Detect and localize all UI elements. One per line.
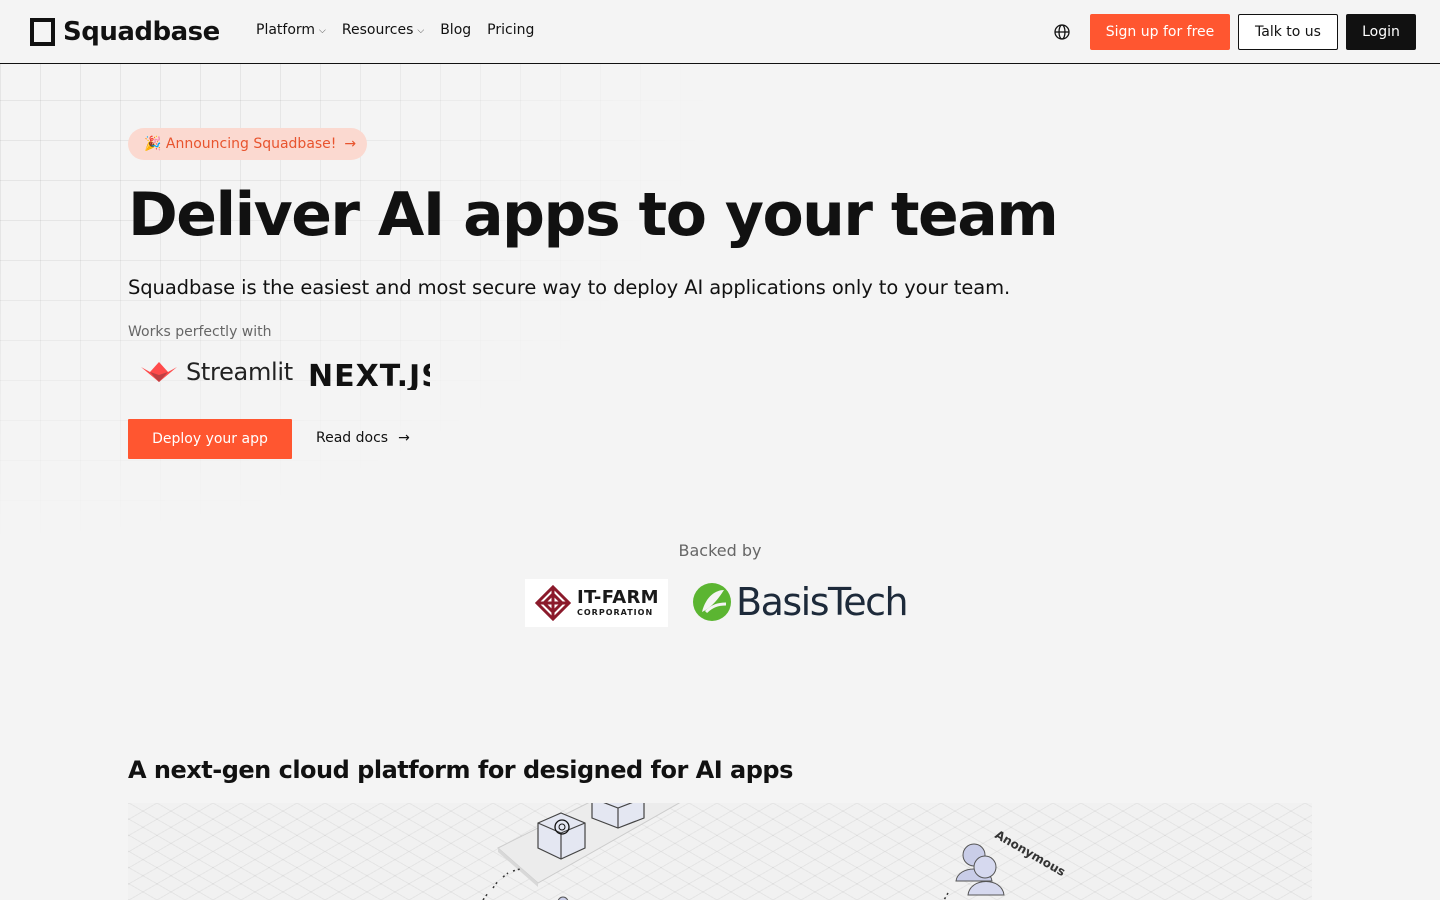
read-docs-link[interactable]: Read docs → (316, 430, 410, 446)
streamlit-crown-icon (141, 362, 177, 382)
nav-platform[interactable]: Platform ⌵ (256, 22, 326, 38)
squadbase-logo-icon (30, 18, 55, 46)
users-icon (955, 843, 1005, 896)
platform-diagram: Anonymous (128, 803, 1312, 900)
nav-resources[interactable]: Resources ⌵ (342, 22, 424, 38)
hero-title: Deliver AI apps to your team (128, 180, 1059, 250)
itfarm-mark-icon (535, 585, 571, 621)
nav-pricing[interactable]: Pricing (487, 22, 534, 38)
works-with-label: Works perfectly with (128, 324, 272, 340)
nextjs-name: NEXT.JS (308, 360, 430, 390)
nextjs-logo: NEXT.JS (308, 360, 430, 390)
brand-logo[interactable]: Squadbase (30, 17, 220, 47)
streamlit-logo: Streamlit (140, 358, 293, 386)
basistech-leaf-icon (693, 583, 731, 621)
arrow-right-icon: → (344, 136, 357, 152)
arrow-right-icon: → (398, 430, 410, 446)
talk-to-us-button[interactable]: Talk to us (1238, 14, 1338, 50)
hero-section: 🎉 Announcing Squadbase! → Deliver AI app… (0, 0, 1440, 900)
itfarm-name: IT-FARM (577, 587, 659, 608)
nav-platform-label: Platform (256, 22, 316, 38)
hero-subtitle: Squadbase is the easiest and most secure… (128, 276, 1011, 299)
anonymous-label: Anonymous (993, 827, 1068, 879)
nav-pricing-label: Pricing (487, 22, 535, 38)
globe-icon[interactable] (1052, 22, 1072, 42)
main-nav: Platform ⌵ Resources ⌵ Blog Pricing (256, 22, 534, 38)
announcement-pill[interactable]: 🎉 Announcing Squadbase! → (128, 128, 367, 160)
nav-blog[interactable]: Blog (440, 22, 471, 38)
basistech-name: BasisTech (736, 580, 909, 624)
top-nav-bar: Squadbase Platform ⌵ Resources ⌵ Blog Pr… (0, 0, 1440, 64)
signup-button[interactable]: Sign up for free (1090, 14, 1230, 50)
brand-name: Squadbase (63, 17, 220, 47)
platform-section-title: A next-gen cloud platform for designed f… (128, 756, 793, 784)
nav-blog-label: Blog (440, 22, 472, 38)
chevron-down-icon: ⌵ (417, 26, 425, 36)
backed-by-label: Backed by (678, 541, 762, 560)
itfarm-logo: IT-FARM CORPORATION (525, 579, 668, 627)
itfarm-wordmark: IT-FARM CORPORATION (577, 589, 659, 617)
login-button[interactable]: Login (1346, 14, 1416, 50)
basistech-logo: BasisTech (692, 580, 909, 624)
nav-resources-label: Resources (341, 22, 414, 38)
itfarm-sub: CORPORATION (577, 608, 654, 617)
isometric-diagram: Anonymous (482, 803, 1068, 900)
announcement-text: 🎉 Announcing Squadbase! (144, 136, 337, 152)
streamlit-name: Streamlit (186, 358, 293, 386)
deploy-app-button[interactable]: Deploy your app (128, 419, 292, 459)
chevron-down-icon: ⌵ (319, 26, 326, 36)
read-docs-label: Read docs (316, 430, 389, 446)
